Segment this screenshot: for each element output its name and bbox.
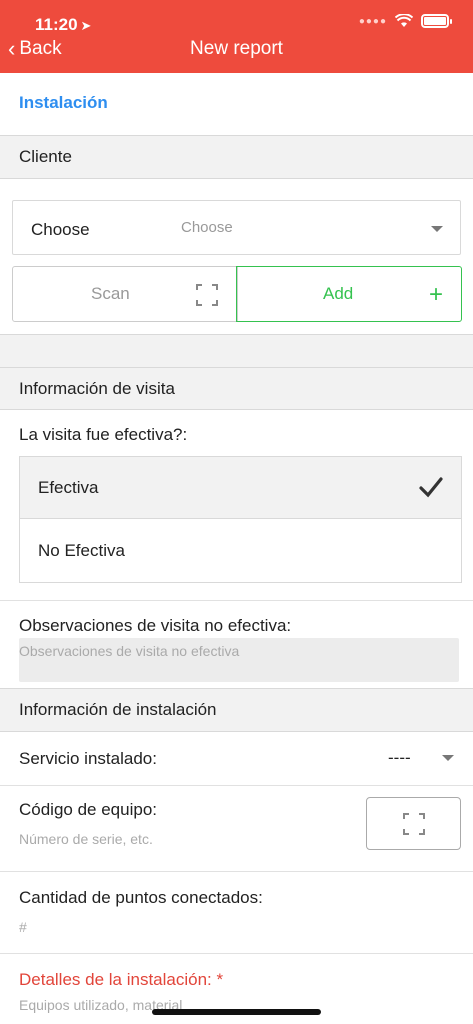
- obs-label: Observaciones de visita no efectiva:: [19, 616, 292, 635]
- obs-input[interactable]: Observaciones de visita no efectiva: [19, 638, 459, 682]
- option-label: Efectiva: [38, 477, 99, 497]
- servicio-value: ----: [388, 748, 411, 767]
- plus-icon: +: [428, 281, 443, 308]
- section-title: Información de instalación: [19, 700, 217, 719]
- puntos-input[interactable]: #: [19, 919, 27, 935]
- add-client-button[interactable]: Add +: [236, 266, 462, 322]
- option-no-efectiva[interactable]: No Efectiva: [20, 520, 461, 582]
- add-label: Add: [323, 284, 354, 303]
- scan-icon: [403, 813, 425, 835]
- section-visita: Información de visita: [0, 367, 473, 410]
- location-arrow-icon: ➤: [80, 18, 92, 33]
- divider: [0, 785, 473, 786]
- divider: [0, 871, 473, 872]
- scan-button[interactable]: Scan: [12, 266, 238, 322]
- tab-instalacion[interactable]: Instalación: [19, 93, 108, 113]
- chevron-down-icon: [431, 226, 443, 232]
- chevron-down-icon: [442, 755, 454, 761]
- checkmark-icon: [419, 477, 443, 498]
- visit-question: La visita fue efectiva?:: [19, 425, 188, 444]
- status-indicators: ●●●●: [358, 14, 452, 28]
- section-spacer: [0, 334, 473, 368]
- visit-options: Efectiva No Efectiva: [19, 456, 462, 583]
- puntos-label: Cantidad de puntos conectados:: [19, 888, 263, 907]
- codigo-label: Código de equipo:: [19, 800, 158, 819]
- client-select-placeholder: Choose: [181, 219, 233, 236]
- option-efectiva[interactable]: Efectiva: [20, 457, 461, 519]
- signal-icon: ●●●●: [358, 15, 387, 27]
- battery-icon: [421, 14, 452, 28]
- scan-icon: [196, 284, 218, 306]
- section-title: Información de visita: [19, 378, 175, 398]
- nav-header: 11:20 ➤ ●●●● ‹ Back New report: [0, 0, 473, 73]
- wifi-icon: [395, 14, 413, 27]
- status-time: 11:20 ➤: [35, 15, 92, 34]
- divider: [0, 600, 473, 601]
- detalles-label: Detalles de la instalación: *: [19, 970, 224, 989]
- client-select[interactable]: Choose Choose: [12, 200, 461, 255]
- servicio-label: Servicio instalado:: [19, 749, 157, 768]
- section-title: Cliente: [19, 147, 72, 166]
- divider: [0, 953, 473, 954]
- scan-code-button[interactable]: [366, 797, 461, 850]
- section-instalacion: Información de instalación: [0, 688, 473, 732]
- option-label: No Efectiva: [38, 541, 125, 560]
- home-indicator: [152, 1009, 321, 1015]
- servicio-select[interactable]: ----: [380, 744, 462, 774]
- codigo-input[interactable]: Número de serie, etc.: [19, 831, 153, 847]
- scan-label: Scan: [91, 284, 130, 303]
- section-cliente: Cliente: [0, 135, 473, 179]
- page-title: New report: [190, 38, 283, 59]
- client-select-label: Choose: [31, 220, 90, 239]
